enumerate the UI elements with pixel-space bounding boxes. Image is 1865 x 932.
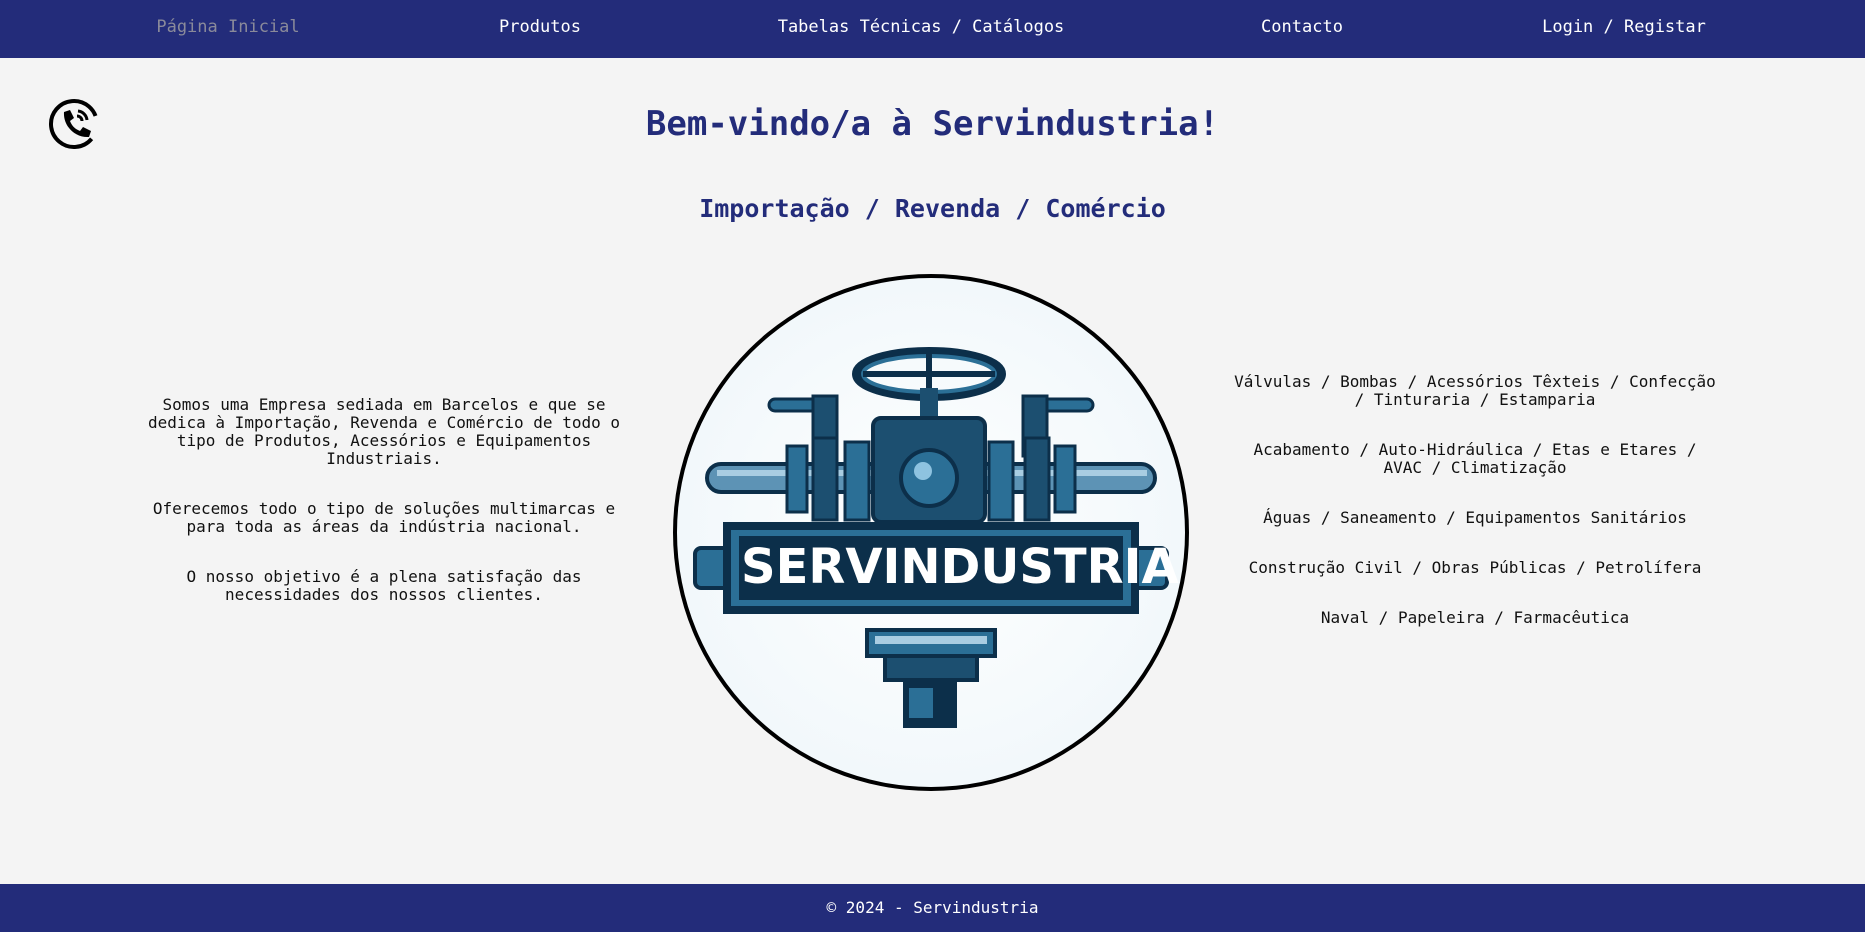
footer-copyright: © 2024 - Servindustria [826,898,1039,917]
logo-wordmark: SERVINDUSTRIA [741,539,1179,595]
top-navbar: Página Inicial Produtos Tabelas Técnicas… [0,0,1865,58]
about-paragraph: Oferecemos todo o tipo de soluções multi… [152,499,616,536]
nav-catalogs-link[interactable]: Tabelas Técnicas / Catálogos [778,0,1065,54]
sector-item: Válvulas / Bombas / Acessórios Têxteis /… [1234,372,1716,409]
about-paragraph: O nosso objetivo é a plena satisfação da… [186,567,582,604]
nav-products-link[interactable]: Produtos [499,0,581,54]
about-paragraph: Somos uma Empresa sediada em Barcelos e … [147,395,620,468]
valve-logo-icon [693,347,1169,728]
sector-item: Construção Civil / Obras Públicas / Petr… [1248,558,1702,577]
sector-item: Naval / Papeleira / Farmacêutica [1320,608,1630,627]
page-subtitle: Importação / Revenda / Comércio [699,194,1166,223]
company-logo: SERVINDUSTRIA [673,274,1189,791]
sector-item: Águas / Saneamento / Equipamentos Sanitá… [1263,508,1687,527]
sector-item: Acabamento / Auto-Hidráulica / Etas e Et… [1253,440,1697,477]
nav-login-link[interactable]: Login / Registar [1542,0,1706,54]
nav-home-link[interactable]: Página Inicial [156,0,299,54]
page-title: Bem-vindo/a à Servindustria! [645,104,1220,144]
page-footer: © 2024 - Servindustria [0,884,1865,932]
about-section: Somos uma Empresa sediada em Barcelos e … [146,396,622,636]
sectors-section: Válvulas / Bombas / Acessórios Têxteis /… [1230,373,1720,659]
nav-contact-link[interactable]: Contacto [1261,0,1343,54]
